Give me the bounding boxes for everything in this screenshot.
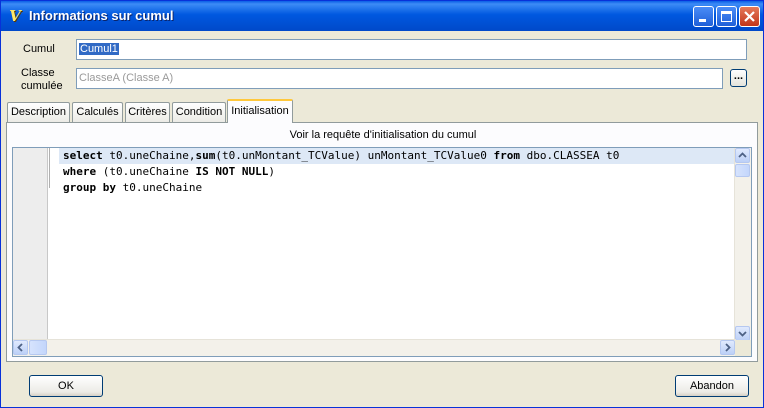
close-button[interactable]	[739, 6, 760, 27]
classe-cumulee-field: ClasseA (Classe A)	[76, 68, 723, 89]
code-area[interactable]: select t0.uneChaine,sum(t0.unMontant_TCV…	[59, 148, 743, 342]
close-icon	[744, 11, 755, 22]
code-line[interactable]: where (t0.uneChaine IS NOT NULL)	[59, 164, 743, 180]
sql-text: t0.uneChaine,	[102, 149, 196, 162]
horizontal-scroll-thumb[interactable]	[29, 340, 47, 355]
browse-button[interactable]: ...	[730, 69, 747, 87]
chevron-up-icon	[738, 152, 747, 158]
chevron-right-icon	[725, 343, 731, 352]
sql-text: )	[268, 165, 275, 178]
sql-keyword: sum	[195, 149, 216, 162]
scroll-down-button[interactable]	[735, 326, 750, 341]
tab-condition[interactable]: Condition	[172, 102, 226, 122]
maximize-icon	[721, 11, 732, 22]
classe-cumulee-value: ClasseA (Classe A)	[79, 72, 174, 84]
sql-text: t0.uneChaine	[115, 181, 203, 194]
tab-criteres[interactable]: Critères	[125, 102, 170, 122]
cumul-input[interactable]: Cumul1	[76, 39, 747, 60]
sql-editor[interactable]: select t0.uneChaine,sum(t0.unMontant_TCV…	[12, 147, 752, 357]
title-bar[interactable]: V Informations sur cumul	[1, 1, 763, 31]
code-line[interactable]: select t0.uneChaine,sum(t0.unMontant_TCV…	[59, 148, 743, 164]
minimize-button[interactable]	[693, 6, 714, 27]
classe-label-line1: Classe	[21, 67, 55, 79]
dialog-window: V Informations sur cumul Cumul Cumul1 Cl…	[0, 0, 764, 408]
scroll-left-button[interactable]	[13, 340, 28, 355]
sql-keyword: group by	[63, 181, 116, 194]
window-title: Informations sur cumul	[29, 8, 174, 23]
vertical-scrollbar[interactable]	[734, 148, 751, 342]
tab-calcules[interactable]: Calculés	[72, 102, 123, 122]
sql-keyword: IS NOT NULL	[195, 165, 269, 178]
scrollbar-corner	[735, 340, 751, 356]
maximize-button[interactable]	[716, 6, 737, 27]
chevron-left-icon	[17, 343, 23, 352]
sql-keyword: where	[63, 165, 97, 178]
cumul-label: Cumul	[23, 43, 55, 55]
minimize-icon	[699, 19, 706, 22]
cancel-button[interactable]: Abandon	[675, 375, 749, 397]
code-line[interactable]: group by t0.uneChaine	[59, 180, 743, 196]
horizontal-scrollbar[interactable]	[13, 339, 736, 356]
classe-label-line2: cumulée	[21, 80, 63, 92]
panel-caption: Voir la requête d'initialisation du cumu…	[289, 129, 477, 141]
scroll-up-button[interactable]	[735, 148, 750, 163]
cumul-input-value: Cumul1	[79, 43, 119, 55]
sql-keyword: from	[493, 149, 521, 162]
initialisation-panel: Voir la requête d'initialisation du cumu…	[6, 122, 758, 362]
tab-description[interactable]: Description	[7, 102, 70, 122]
fold-marker	[49, 148, 50, 188]
tab-initialisation[interactable]: Initialisation	[227, 99, 293, 123]
sql-text: (t0.uneChaine	[96, 165, 196, 178]
ok-button[interactable]: OK	[29, 375, 103, 397]
chevron-down-icon	[738, 331, 747, 337]
sql-text: (t0.unMontant_TCValue) unMontant_TCValue…	[215, 149, 494, 162]
sql-keyword: select	[63, 149, 103, 162]
editor-gutter	[13, 148, 48, 342]
sql-text: dbo.CLASSEA t0	[520, 149, 620, 162]
vertical-scroll-thumb[interactable]	[735, 164, 750, 177]
scroll-right-button[interactable]	[720, 340, 735, 355]
app-icon: V	[9, 7, 21, 25]
